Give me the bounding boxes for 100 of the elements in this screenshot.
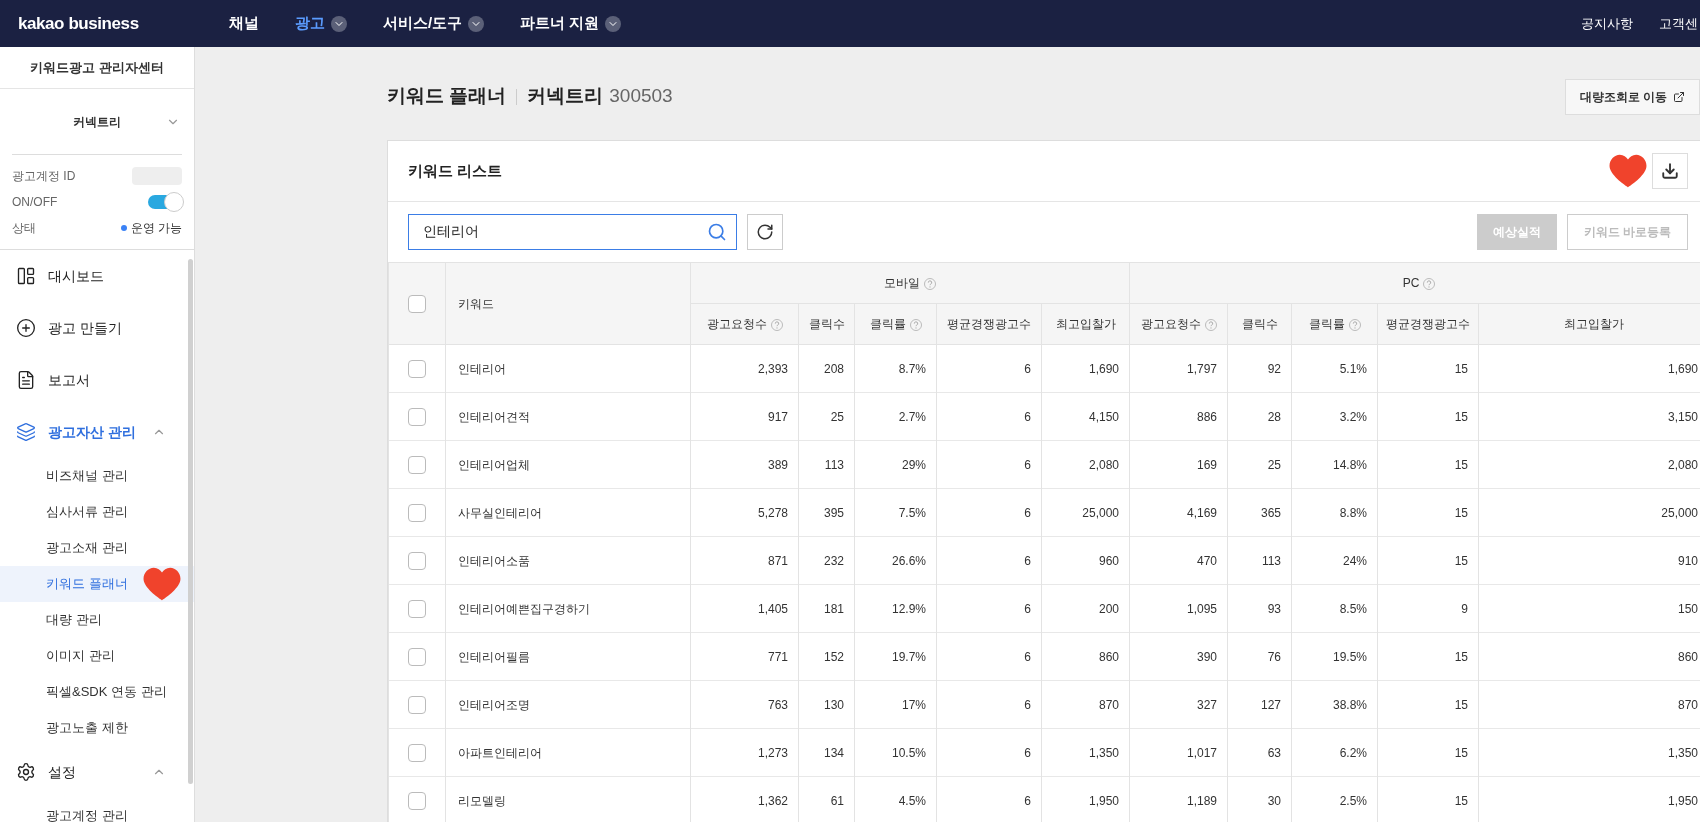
sidebar-menu-item[interactable]: 설정 (0, 746, 194, 798)
nav-menu-item[interactable]: 광고 (295, 12, 347, 35)
checkbox[interactable] (408, 359, 426, 378)
table-cell: 15 (1454, 457, 1469, 472)
table-cell: 4,169 (1187, 505, 1218, 520)
document-icon (16, 370, 36, 390)
sidebar-menu-item[interactable]: 대시보드 (0, 250, 194, 302)
sidebar-submenu-item[interactable]: 대량 관리 (0, 610, 102, 630)
table-cell: 6 (1024, 409, 1031, 424)
table-cell: 15 (1454, 361, 1469, 376)
keyword-cell: 인테리어예쁜집구경하기 (458, 601, 590, 616)
table-cell: 29% (901, 457, 926, 472)
table-cell: 6 (1024, 505, 1031, 520)
checkbox[interactable] (408, 647, 426, 666)
search-field[interactable]: 인테리어 (408, 214, 737, 250)
page-title: 키워드 플래너 (387, 84, 507, 109)
sidebar-menu-item[interactable]: 보고서 (0, 354, 194, 406)
table-cell: 7.5% (898, 505, 926, 520)
table-cell: 14.8% (1333, 457, 1368, 472)
bulk-lookup-button[interactable]: 대량조회로 이동 (1564, 78, 1700, 115)
help-icon[interactable] (924, 277, 936, 290)
top-link[interactable]: 공지사항 (1581, 13, 1633, 34)
table-cell: 1,797 (1187, 361, 1218, 376)
dashboard-icon (16, 266, 36, 286)
toggle-switch[interactable] (148, 195, 182, 209)
nav-menu-item[interactable]: 파트너 지원 (520, 12, 622, 35)
table-cell: 25,000 (1661, 505, 1699, 520)
sidebar-submenu-item[interactable]: 광고계정 관리 (0, 806, 128, 822)
checkbox[interactable] (408, 455, 426, 474)
help-icon[interactable] (1423, 277, 1436, 290)
keyword-cell: 인테리어견적 (458, 409, 530, 424)
table-cell: 15 (1454, 505, 1469, 520)
table-cell: 28 (1267, 409, 1282, 424)
table-cell: 1,690 (1668, 361, 1699, 376)
table-cell: 4,150 (1089, 409, 1120, 424)
table-cell: 6 (1024, 361, 1031, 376)
table-cell: 3,150 (1668, 409, 1699, 424)
checkbox[interactable] (408, 407, 426, 426)
table-cell: 4.5% (898, 793, 926, 808)
checkbox[interactable] (408, 551, 426, 570)
checkbox[interactable] (408, 791, 426, 810)
column-header: 최고입찰가 (1563, 317, 1624, 331)
sidebar-submenu-item[interactable]: 광고소재 관리 (0, 538, 128, 558)
scrollbar[interactable] (188, 259, 193, 784)
sidebar-submenu-item[interactable]: 픽셀&SDK 연동 관리 (0, 682, 167, 702)
sidebar-menu-item[interactable]: 광고자산 관리 (0, 406, 194, 458)
table-cell: 886 (1197, 409, 1218, 424)
status-text: 운영 가능 (130, 220, 182, 237)
chevron-icon[interactable] (331, 15, 347, 32)
table-cell: 12.9% (891, 601, 926, 616)
table-cell: 2,393 (757, 361, 788, 376)
account-name: 커넥트리 (527, 84, 604, 109)
logo[interactable]: kakao business (18, 10, 211, 37)
account-dropdown[interactable]: 커넥트리 (12, 89, 182, 155)
sidebar-submenu-item[interactable]: 광고노출 제한 (0, 718, 128, 738)
checkbox[interactable] (408, 695, 426, 714)
table-cell: 327 (1197, 697, 1218, 712)
table-cell: 8.7% (898, 361, 926, 376)
checkbox[interactable] (408, 503, 426, 522)
field-label: 상태 (12, 220, 36, 237)
table-cell: 960 (1099, 553, 1120, 568)
download-button[interactable] (1652, 153, 1688, 189)
table-cell: 15 (1454, 697, 1469, 712)
nav-menu-item[interactable]: 채널 (229, 12, 259, 35)
sidebar-submenu-item[interactable]: 심사서류 관리 (0, 502, 128, 522)
keyword-cell: 사무실인테리어 (458, 505, 542, 520)
table-cell: 15 (1454, 745, 1469, 760)
table-cell: 910 (1678, 553, 1699, 568)
table-cell: 93 (1267, 601, 1282, 616)
help-icon[interactable] (770, 318, 783, 331)
checkbox[interactable] (408, 294, 426, 313)
table-cell: 113 (1261, 553, 1282, 568)
table-cell: 6 (1024, 553, 1031, 568)
chevron-icon[interactable] (605, 15, 622, 32)
table-cell: 76 (1267, 649, 1282, 664)
account-id: 300503 (609, 84, 673, 109)
checkbox[interactable] (408, 743, 426, 762)
table-cell: 365 (1261, 505, 1282, 520)
help-icon[interactable] (909, 318, 922, 331)
table-cell: 232 (823, 553, 844, 568)
top-link[interactable]: 고객센 (1659, 13, 1698, 34)
column-group-header: 모바일 (884, 276, 920, 290)
table-cell: 470 (1197, 553, 1218, 568)
help-icon[interactable] (1204, 318, 1217, 331)
help-icon[interactable] (1348, 318, 1361, 331)
sidebar-submenu-item[interactable]: 비즈채널 관리 (0, 466, 128, 486)
table-cell: 1,362 (757, 793, 788, 808)
chevron-icon[interactable] (468, 15, 485, 32)
table-cell: 763 (767, 697, 788, 712)
plus-circle-icon (16, 318, 36, 338)
checkbox[interactable] (408, 599, 426, 618)
sidebar-submenu-item[interactable]: 이미지 관리 (0, 646, 115, 666)
table-cell: 127 (1261, 697, 1282, 712)
refresh-button[interactable] (747, 214, 783, 250)
search-icon (707, 222, 727, 242)
table-cell: 17% (901, 697, 926, 712)
sidebar-menu-item[interactable]: 광고 만들기 (0, 302, 194, 354)
column-header: 광고요청수 (1140, 317, 1201, 331)
refresh-icon (756, 223, 774, 241)
nav-menu-item[interactable]: 서비스/도구 (383, 12, 485, 35)
